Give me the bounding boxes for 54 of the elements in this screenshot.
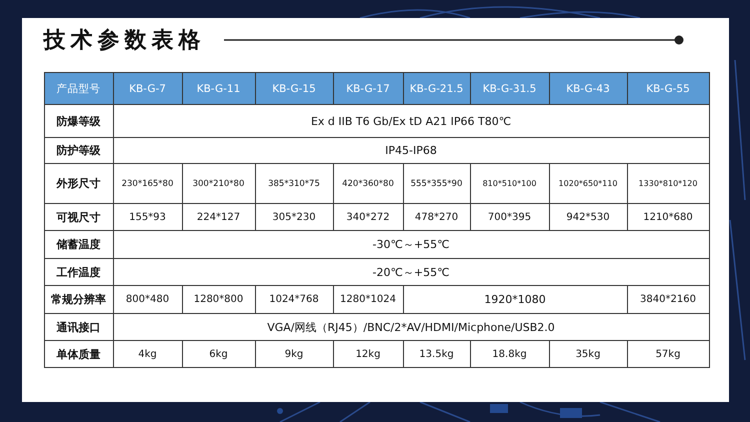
table-cell: 1024*768 <box>256 286 332 313</box>
row-label: 通讯接口 <box>44 314 112 340</box>
table-cell: 12kg <box>334 341 402 367</box>
column-header: KB-G-11 <box>182 73 254 104</box>
table-cell: 810*510*100 <box>470 164 548 203</box>
table-cell: 1920*1080 <box>404 286 626 313</box>
row-label: 常规分辨率 <box>44 286 112 313</box>
column-header: KB-G-15 <box>256 73 332 104</box>
table-cell: 4kg <box>114 341 182 367</box>
table-cell: -30℃～+55℃ <box>114 231 708 258</box>
table-cell: 420*360*80 <box>334 164 402 203</box>
page-title: 技术参数表格 <box>44 27 206 55</box>
table-cell: 555*355*90 <box>404 164 470 203</box>
column-header: 产品型号 <box>44 73 112 104</box>
table-cell: Ex d IIB T6 Gb/Ex tD A21 IP66 T80℃ <box>114 105 708 137</box>
table-cell: 1020*650*110 <box>550 164 626 203</box>
row-label: 单体质量 <box>44 341 112 367</box>
column-header: KB-G-7 <box>114 73 182 104</box>
table-cell: 1280*800 <box>182 286 254 313</box>
table-cell: 6kg <box>182 341 254 367</box>
table-cell: 800*480 <box>114 286 182 313</box>
table-cell: 224*127 <box>182 204 254 230</box>
table-cell: 155*93 <box>114 204 182 230</box>
table-cell: 1210*680 <box>628 204 708 230</box>
table-cell: 57kg <box>628 341 708 367</box>
table-cell: 385*310*75 <box>256 164 332 203</box>
table-cell: 478*270 <box>404 204 470 230</box>
row-label: 防爆等级 <box>44 105 112 137</box>
row-label: 防护等级 <box>44 138 112 163</box>
column-header: KB-G-17 <box>334 73 402 104</box>
table-cell: 35kg <box>550 341 626 367</box>
column-header: KB-G-55 <box>628 73 708 104</box>
table-cell: 3840*2160 <box>628 286 708 313</box>
table-cell: 230*165*80 <box>114 164 182 203</box>
table-cell: 9kg <box>256 341 332 367</box>
row-label: 工作温度 <box>44 259 112 285</box>
table-cell: 1330*810*120 <box>628 164 708 203</box>
table-cell: VGA/网线（RJ45）/BNC/2*AV/HDMI/Micphone/USB2.0 <box>114 314 708 340</box>
table-cell: 1280*1024 <box>334 286 402 313</box>
column-header: KB-G-31.5 <box>470 73 548 104</box>
table-cell: 13.5kg <box>404 341 470 367</box>
row-label: 可视尺寸 <box>44 204 112 230</box>
column-header: KB-G-21.5 <box>404 73 470 104</box>
table-cell: 340*272 <box>334 204 402 230</box>
row-label: 外形尺寸 <box>44 164 112 203</box>
table-cell: IP45-IP68 <box>114 138 708 163</box>
table-cell: -20℃～+55℃ <box>114 259 708 285</box>
table-cell: 300*210*80 <box>182 164 254 203</box>
table-cell: 305*230 <box>256 204 332 230</box>
table-cell: 700*395 <box>470 204 548 230</box>
row-label: 储蓄温度 <box>44 231 112 258</box>
table-cell: 18.8kg <box>470 341 548 367</box>
table-cell: 942*530 <box>550 204 626 230</box>
column-header: KB-G-43 <box>550 73 626 104</box>
